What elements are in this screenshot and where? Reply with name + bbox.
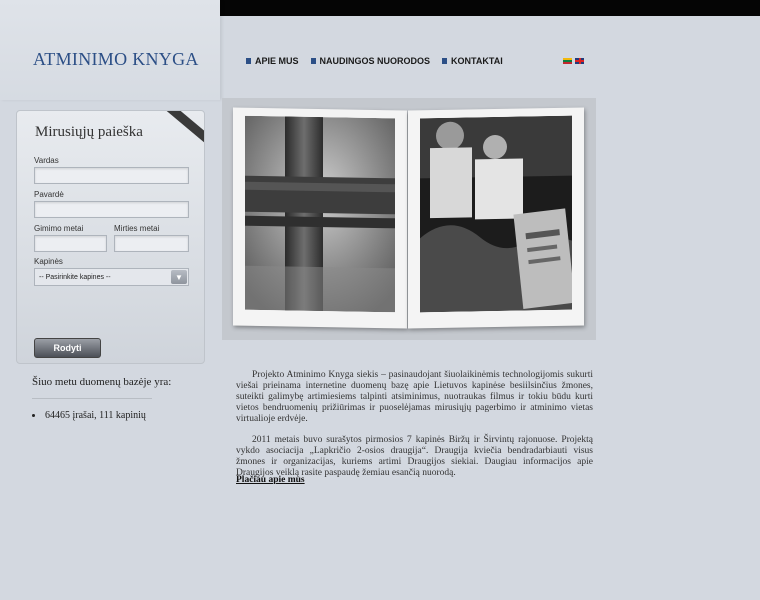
bullet-icon [32, 414, 35, 417]
lt-flag-icon[interactable] [563, 58, 572, 64]
database-stats-item: 64465 įrašai, 111 kapinių [32, 410, 146, 421]
search-submit-button[interactable]: Rodyti [34, 338, 101, 358]
last-name-label: Pavardė [34, 190, 64, 199]
cemetery-select[interactable]: -- Pasirinkite kapines -- ▼ [34, 268, 189, 286]
database-stats-intro: Šiuo metu duomenų bazėje yra: [32, 376, 172, 388]
nav-item-apie-mus[interactable]: APIE MUS [246, 56, 299, 66]
nav-item-label: APIE MUS [255, 56, 299, 66]
nav-item-naudingos-nuorodos[interactable]: NAUDINGOS NUORODOS [310, 56, 431, 66]
first-name-input[interactable] [34, 167, 189, 184]
main-content: Projekto Atminimo Knyga siekis – pasinau… [236, 370, 593, 489]
birth-year-input[interactable] [34, 235, 107, 252]
chevron-down-icon: ▼ [171, 270, 187, 284]
cross-photo [245, 115, 395, 313]
more-about-link[interactable]: Plačiau apie mus [236, 475, 305, 485]
en-flag-icon[interactable] [575, 58, 584, 64]
cemetery-label: Kapinės [34, 257, 63, 266]
nav-item-label: NAUDINGOS NUORODOS [319, 56, 431, 66]
top-bar [220, 0, 760, 16]
site-logo[interactable]: ATMINIMO KNYGA [33, 49, 199, 70]
nav-item-label: KONTAKTAI [451, 56, 503, 66]
nav-bullet-icon [246, 58, 251, 64]
death-year-label: Mirties metai [114, 224, 160, 233]
first-name-label: Vardas [34, 156, 59, 165]
book-page-right [408, 107, 584, 329]
nav-bullet-icon [310, 58, 316, 64]
book-page-left [233, 107, 407, 329]
nav-bullet-icon [442, 58, 448, 64]
main-nav: APIE MUS NAUDINGOS NUORODOS KONTAKTAI [246, 56, 503, 66]
photo-book [222, 98, 596, 340]
cemetery-photo [420, 115, 572, 313]
birth-year-label: Gimimo metai [34, 224, 84, 233]
corner-ribbon [165, 111, 204, 148]
divider [32, 398, 152, 399]
database-stats-value: 64465 įrašai, 111 kapinių [45, 410, 146, 421]
search-title: Mirusiųjų paieška [35, 124, 143, 140]
cemetery-select-value: -- Pasirinkite kapines -- [39, 273, 111, 281]
language-switcher [563, 58, 584, 64]
header-panel: ATMINIMO KNYGA [0, 0, 220, 100]
death-year-input[interactable] [114, 235, 189, 252]
history-paragraph: 2011 metais buvo surašytos pirmosios 7 k… [236, 435, 593, 478]
nav-item-kontaktai[interactable]: KONTAKTAI [442, 56, 503, 66]
last-name-input[interactable] [34, 201, 189, 218]
search-panel: Mirusiųjų paieška Vardas Pavardė Gimimo … [16, 110, 205, 364]
intro-paragraph: Projekto Atminimo Knyga siekis – pasinau… [236, 370, 593, 424]
